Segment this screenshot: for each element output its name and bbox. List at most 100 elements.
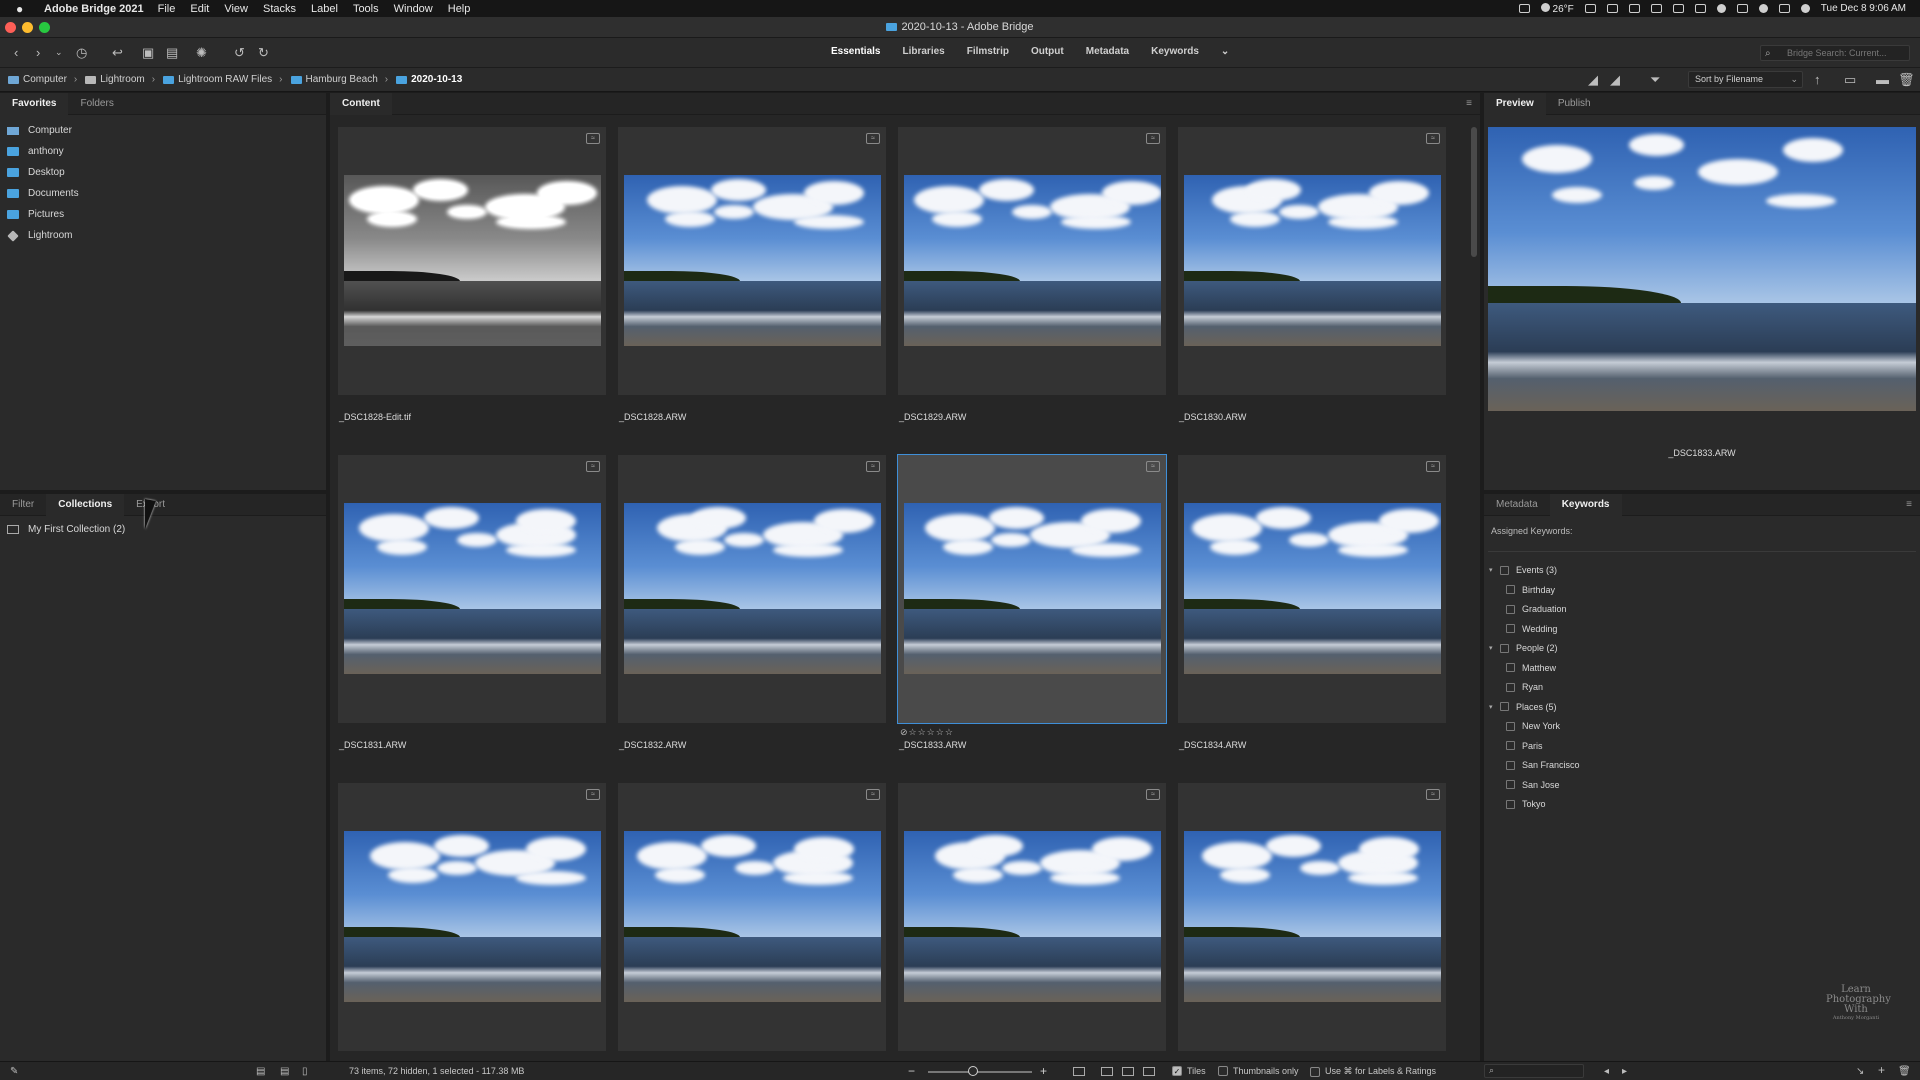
thumbnails-only-checkbox[interactable]: Thumbnails only <box>1218 1066 1299 1076</box>
menu-help[interactable]: Help <box>448 3 471 15</box>
workspace-libraries[interactable]: Libraries <box>891 46 955 57</box>
keyword-item[interactable]: Graduation <box>1506 604 1567 614</box>
keyword-item[interactable]: Wedding <box>1506 624 1557 634</box>
keyword-checkbox[interactable] <box>1506 585 1515 594</box>
weather-widget[interactable]: 26°F <box>1540 2 1574 15</box>
next-result-icon[interactable]: ▸ <box>1622 1065 1627 1078</box>
bluetooth-icon[interactable] <box>1694 4 1706 13</box>
thumbnail-image[interactable] <box>624 175 881 346</box>
pencil-icon[interactable]: ✎ <box>10 1065 18 1078</box>
keyword-item[interactable]: San Francisco <box>1506 760 1580 770</box>
filter-items-icon[interactable]: ⏷ <box>1650 73 1660 86</box>
keyword-checkbox[interactable] <box>1506 682 1515 692</box>
tab-favorites[interactable]: Favorites <box>0 92 69 115</box>
workspace-essentials[interactable]: Essentials <box>820 46 891 57</box>
new-keyword-icon[interactable]: + <box>1878 1064 1885 1077</box>
open-recent-icon[interactable]: ▭ <box>1844 73 1856 86</box>
keyword-checkbox[interactable] <box>1506 604 1515 614</box>
preview-image[interactable] <box>1488 127 1916 411</box>
keyword-checkbox[interactable] <box>1500 702 1509 711</box>
new-collection-icon[interactable]: ▤ <box>256 1065 265 1078</box>
menu-view[interactable]: View <box>224 3 248 15</box>
menu-stacks[interactable]: Stacks <box>263 3 296 15</box>
keyword-checkbox[interactable] <box>1506 721 1515 731</box>
thumbnail-image[interactable] <box>1488 127 1916 411</box>
thumbnail-size-slider[interactable] <box>928 1071 1032 1073</box>
tab-publish[interactable]: Publish <box>1546 93 1603 115</box>
keyword-group[interactable]: ▾ Places (5) <box>1489 702 1557 712</box>
delete-keyword-icon[interactable]: 🗑 <box>1898 1065 1911 1078</box>
keyword-checkbox[interactable] <box>1506 624 1515 633</box>
keyword-checkbox[interactable] <box>1506 760 1515 770</box>
zoom-in-icon[interactable]: + <box>1040 1064 1047 1078</box>
breadcrumb-raw-files[interactable]: Lightroom RAW Files <box>163 74 272 85</box>
tab-preview[interactable]: Preview <box>1484 92 1546 115</box>
thumbnail-cell[interactable]: ≈ <box>338 455 606 723</box>
refine-icon[interactable]: ▤ <box>166 46 178 59</box>
collection-item[interactable]: My First Collection (2) <box>7 524 125 535</box>
tab-folders[interactable]: Folders <box>68 93 125 115</box>
keyword-item[interactable]: Matthew <box>1506 663 1556 673</box>
menu-clock[interactable]: Tue Dec 8 9:06 AM <box>1821 3 1906 14</box>
keyword-item[interactable]: Paris <box>1506 741 1543 751</box>
use-cmd-checkbox[interactable]: Use ⌘ for Labels & Ratings <box>1310 1066 1436 1077</box>
breadcrumb-lightroom[interactable]: Lightroom <box>85 74 145 85</box>
menu-app-name[interactable]: Adobe Bridge 2021 <box>44 3 144 15</box>
thumbnail-image[interactable] <box>1184 503 1441 674</box>
camera-import-icon[interactable]: ▣ <box>142 46 154 59</box>
keyword-group[interactable]: ▾ Events (3) <box>1489 565 1557 575</box>
bridge-search-input[interactable]: ⌕ Bridge Search: Current... <box>1760 45 1910 61</box>
breadcrumb-hamburg-beach[interactable]: Hamburg Beach <box>290 74 378 85</box>
control-center-icon[interactable] <box>1778 4 1790 13</box>
boomerang-icon[interactable]: ↩ <box>112 46 123 59</box>
keyword-item[interactable]: Birthday <box>1506 585 1555 595</box>
rating-stars[interactable]: ⊘☆☆☆☆☆ <box>900 727 954 738</box>
keyword-checkbox[interactable] <box>1500 565 1509 575</box>
cloud-icon[interactable] <box>1628 4 1640 13</box>
thumbnail-image[interactable] <box>904 175 1161 346</box>
keyword-item[interactable]: Tokyo <box>1506 799 1546 809</box>
panel-menu-icon[interactable]: ≡ <box>1466 99 1472 109</box>
back-icon[interactable]: ‹ <box>14 46 18 59</box>
recent-files-icon[interactable]: ◷ <box>76 46 87 59</box>
favorite-lightroom[interactable]: Lightroom <box>0 225 326 246</box>
screenshot-icon[interactable] <box>1672 4 1684 13</box>
evernote-icon[interactable] <box>1650 4 1662 13</box>
previous-result-icon[interactable]: ◂ <box>1604 1065 1609 1078</box>
keyword-checkbox[interactable] <box>1506 780 1515 789</box>
tab-collections[interactable]: Collections <box>46 493 125 516</box>
screen-record-icon[interactable] <box>1518 4 1530 13</box>
view-thumbnails-icon[interactable] <box>1101 1067 1113 1076</box>
thumbnail-cell[interactable]: ≈ <box>1178 783 1446 1051</box>
keyword-checkbox[interactable] <box>1506 663 1515 672</box>
thumbnail-cell[interactable]: ≈ <box>898 783 1166 1051</box>
keyword-checkbox[interactable] <box>1506 799 1515 809</box>
menu-window[interactable]: Window <box>394 3 433 15</box>
chevron-down-icon[interactable]: ▾ <box>1489 703 1497 711</box>
keyword-search-input[interactable]: ⌕ <box>1484 1064 1584 1078</box>
grid-lock-icon[interactable] <box>1073 1067 1085 1076</box>
quality-options-icon[interactable]: ◢ <box>1588 73 1598 86</box>
thumbnail-image[interactable] <box>344 503 601 674</box>
thumbnail-cell[interactable]: ≈ <box>338 783 606 1051</box>
chevron-down-icon[interactable]: ▾ <box>1489 566 1497 574</box>
zoom-out-icon[interactable]: − <box>908 1064 915 1078</box>
view-list-icon[interactable] <box>1143 1067 1155 1076</box>
thumbnail-size-slider-handle[interactable] <box>968 1066 978 1076</box>
content-scrollbar[interactable] <box>1471 127 1477 257</box>
thumbnail-image[interactable] <box>1184 175 1441 346</box>
apple-icon[interactable]: ● <box>16 2 32 16</box>
thumbnail-cell[interactable]: ≈ <box>898 127 1166 395</box>
thumbnail-image[interactable] <box>904 831 1161 1002</box>
menu-edit[interactable]: Edit <box>190 3 209 15</box>
thumbnail-cell[interactable]: ≈ <box>1178 127 1446 395</box>
open-in-camera-raw-icon[interactable]: ✺ <box>196 46 207 59</box>
rotate-left-icon[interactable]: ↺ <box>234 46 245 59</box>
view-details-icon[interactable] <box>1122 1067 1134 1076</box>
focus-icon[interactable] <box>1716 4 1726 13</box>
thumbnail-image[interactable] <box>1184 831 1441 1002</box>
thumbnail-cell[interactable]: ≈ <box>897 454 1167 724</box>
new-folder-icon[interactable]: ▬ <box>1876 73 1889 86</box>
favorite-desktop[interactable]: Desktop <box>0 162 326 183</box>
rotate-right-icon[interactable]: ↻ <box>258 46 269 59</box>
